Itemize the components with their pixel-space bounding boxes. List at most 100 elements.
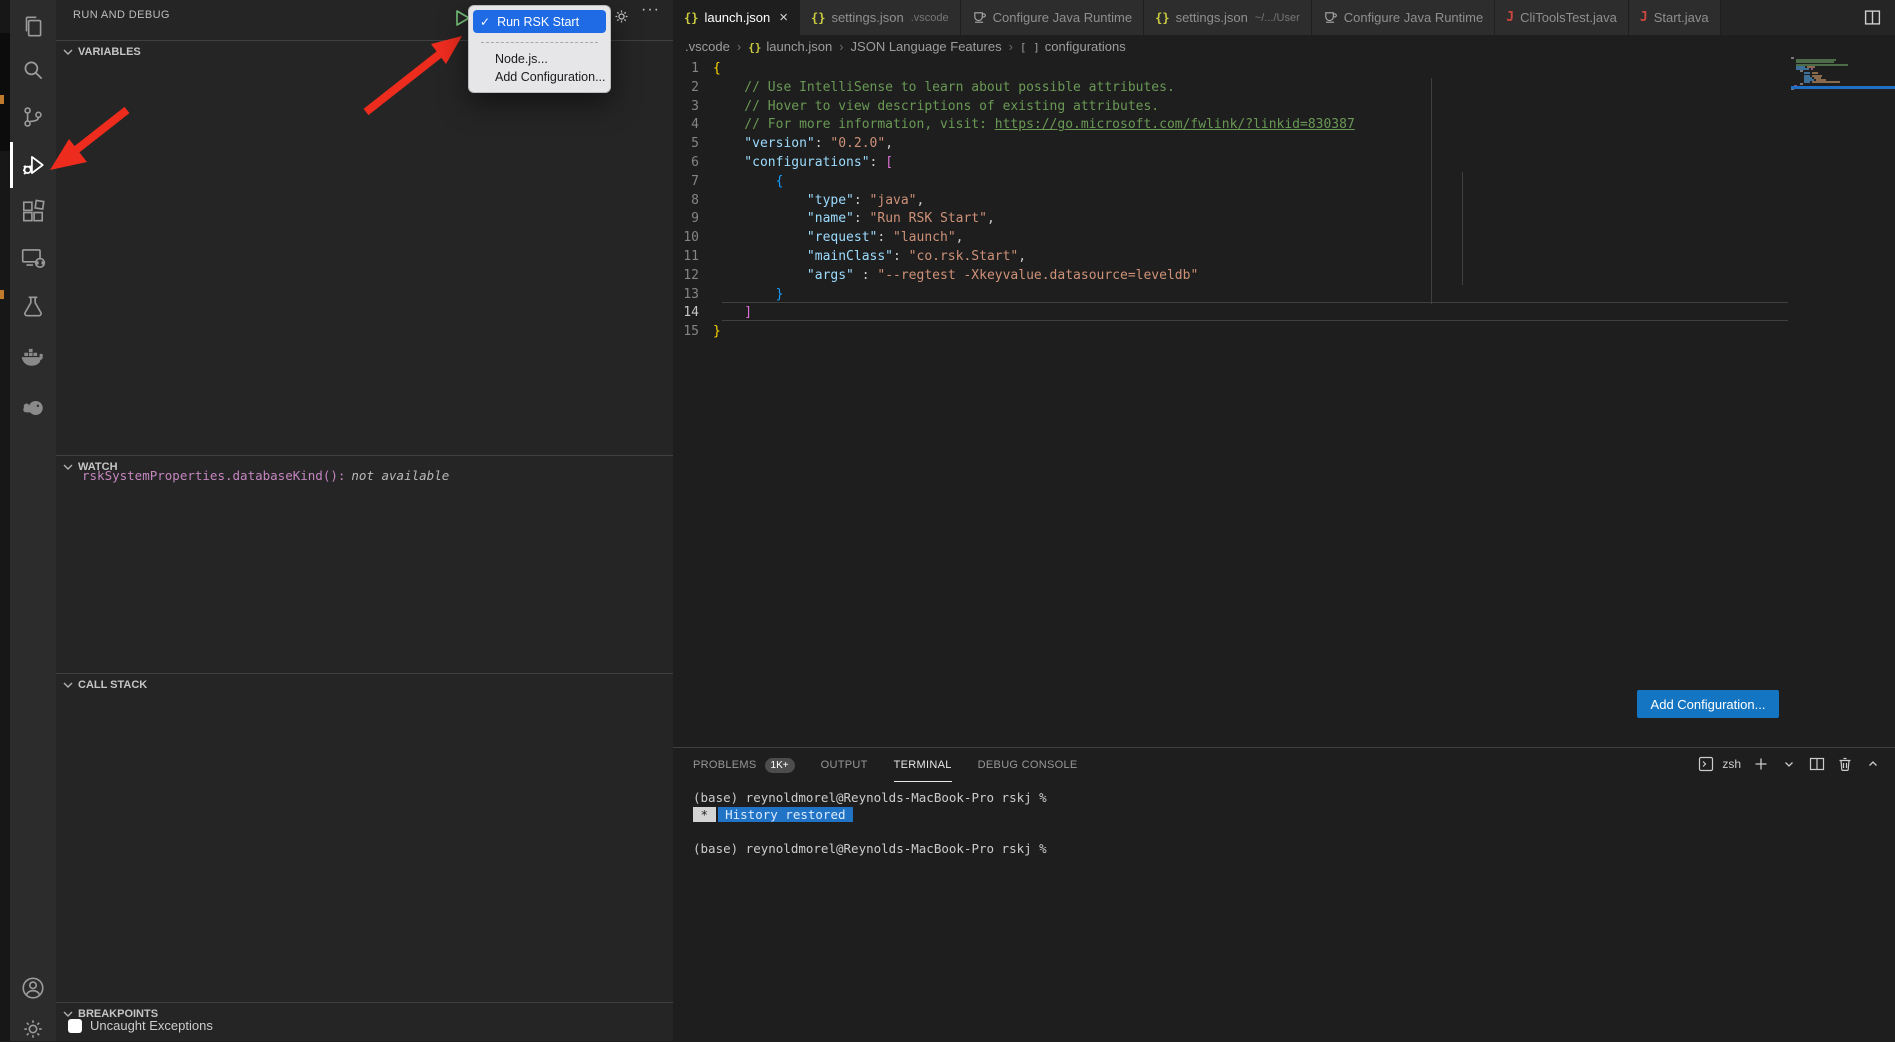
shell-label[interactable]: zsh — [1722, 757, 1741, 771]
source-control-icon[interactable] — [20, 104, 46, 130]
search-icon[interactable] — [20, 57, 46, 83]
tab-settings-json-vscode[interactable]: {}settings.json.vscode — [800, 0, 961, 35]
uncaught-exceptions-row: Uncaught Exceptions — [68, 1018, 213, 1033]
code-line-6[interactable]: 6 "configurations": [ — [673, 153, 893, 172]
panel-tab-bar: PROBLEMS1K+ OUTPUT TERMINAL DEBUG CONSOLE — [693, 748, 1078, 782]
terminal-dropdown-chevron-icon[interactable] — [1781, 756, 1797, 772]
panel-tab-output[interactable]: OUTPUT — [821, 748, 868, 782]
code-line-4[interactable]: 4 // For more information, visit: https:… — [673, 115, 1355, 134]
watch-expression-row[interactable]: rskSystemProperties.databaseKind():not a… — [82, 468, 449, 483]
code-line-2[interactable]: 2 // Use IntelliSense to learn about pos… — [673, 78, 1175, 97]
close-tab-icon[interactable]: × — [779, 9, 788, 26]
breadcrumb-separator: › — [839, 39, 843, 54]
line-number[interactable]: 6 — [673, 153, 713, 172]
code-line-11[interactable]: 11 "mainClass": "co.rsk.Start", — [673, 247, 1026, 266]
checkmark-icon: ✓ — [480, 15, 490, 29]
line-number[interactable]: 11 — [673, 247, 713, 266]
account-icon[interactable] — [20, 975, 46, 1001]
panel-tab-problems[interactable]: PROBLEMS1K+ — [693, 748, 795, 782]
java-runtime-icon — [1323, 10, 1338, 25]
panel-tab-debug-console[interactable]: DEBUG CONSOLE — [978, 748, 1078, 782]
more-actions-icon[interactable]: ··· — [641, 1, 660, 19]
tab-label: launch.json — [704, 10, 770, 25]
testing-icon[interactable] — [20, 294, 46, 320]
terminal-shell-icon[interactable] — [1698, 756, 1714, 772]
tab-description: .vscode — [911, 12, 949, 24]
line-number[interactable]: 3 — [673, 97, 713, 116]
kill-terminal-trash-icon[interactable] — [1837, 756, 1853, 772]
code-line-3[interactable]: 3 // Hover to view descriptions of exist… — [673, 97, 1159, 116]
line-number[interactable]: 13 — [673, 285, 713, 304]
extensions-icon[interactable] — [20, 199, 46, 225]
chevron-down-icon — [60, 677, 76, 693]
tab-settings-json-user[interactable]: {}settings.json~/.../User — [1144, 0, 1312, 35]
line-number[interactable]: 8 — [673, 191, 713, 210]
code-line-7[interactable]: 7 { — [673, 172, 783, 191]
breadcrumb-separator: › — [737, 39, 741, 54]
minimap[interactable] — [1791, 57, 1895, 147]
code-line-12[interactable]: 12 "args" : "--regtest -Xkeyvalue.dataso… — [673, 266, 1198, 285]
sidebar-title: RUN AND DEBUG — [73, 9, 170, 21]
code-line-8[interactable]: 8 "type": "java", — [673, 191, 924, 210]
array-symbol-icon: [ ] — [1020, 41, 1040, 54]
split-terminal-icon[interactable] — [1809, 756, 1825, 772]
explorer-icon[interactable] — [20, 14, 46, 40]
tab-bar: {}launch.json×{}settings.json.vscodeConf… — [673, 0, 1895, 35]
tab-label: settings.json — [1176, 10, 1248, 25]
menu-item-node-js[interactable]: Node.js... — [469, 50, 610, 68]
code-line-9[interactable]: 9 "name": "Run RSK Start", — [673, 209, 995, 228]
line-number[interactable]: 10 — [673, 228, 713, 247]
configuration-dropdown-menu: ✓ Run RSK Start Node.js...Add Configurat… — [468, 5, 611, 93]
line-number[interactable]: 14 — [673, 303, 713, 322]
chevron-down-icon — [60, 459, 76, 475]
breadcrumb-separator: › — [1009, 39, 1013, 54]
split-editor-icon[interactable] — [1864, 9, 1881, 26]
call-stack-section-header[interactable]: CALL STACK — [56, 673, 673, 695]
maximize-panel-chevron-icon[interactable] — [1865, 756, 1881, 772]
code-line-13[interactable]: 13 } — [673, 285, 783, 304]
breadcrumb[interactable]: .vscode › {}launch.json › JSON Language Feat… — [685, 35, 1126, 57]
line-number[interactable]: 9 — [673, 209, 713, 228]
breadcrumb-item-vscode[interactable]: .vscode — [685, 39, 730, 54]
tab-configure-java-runtime[interactable]: Configure Java Runtime — [1312, 0, 1495, 35]
breadcrumb-item-launch-json[interactable]: {}launch.json — [748, 39, 832, 54]
line-number[interactable]: 1 — [673, 59, 713, 78]
tab-start-java[interactable]: JStart.java — [1629, 0, 1721, 35]
terminal-line — [693, 823, 1047, 840]
indent-guide — [1462, 172, 1463, 285]
line-number[interactable]: 5 — [673, 134, 713, 153]
tab-clitoolstest-java[interactable]: JCliToolsTest.java — [1495, 0, 1629, 35]
code-line-1[interactable]: 1{ — [673, 59, 721, 78]
line-number[interactable]: 15 — [673, 322, 713, 341]
run-and-debug-icon[interactable] — [20, 152, 46, 178]
code-line-10[interactable]: 10 "request": "launch", — [673, 228, 963, 247]
settings-gear-icon[interactable] — [20, 1016, 46, 1042]
menu-item-run-rsk-start[interactable]: ✓ Run RSK Start — [473, 10, 606, 33]
menu-item-add-configuration[interactable]: Add Configuration... — [469, 68, 610, 86]
terminal-history-restored-line: * History restored — [693, 806, 1047, 823]
panel-tab-terminal[interactable]: TERMINAL — [894, 748, 952, 782]
debug-settings-gear-icon[interactable] — [613, 8, 630, 25]
line-number[interactable]: 2 — [673, 78, 713, 97]
tab-label: Start.java — [1654, 10, 1709, 25]
minimap-current-line — [1791, 86, 1895, 89]
breadcrumb-item-configurations[interactable]: [ ]configurations — [1020, 39, 1126, 54]
screen-edge-strip — [0, 0, 10, 1041]
history-star-marker: * — [693, 807, 716, 822]
breadcrumb-item-json-language-features[interactable]: JSON Language Features — [851, 39, 1002, 54]
docker-icon[interactable] — [20, 343, 46, 369]
tab-configure-java-runtime[interactable]: Configure Java Runtime — [961, 0, 1144, 35]
line-number[interactable]: 4 — [673, 115, 713, 134]
line-number[interactable]: 7 — [673, 172, 713, 191]
add-configuration-button[interactable]: Add Configuration... — [1637, 690, 1779, 718]
uncaught-exceptions-checkbox[interactable] — [68, 1019, 82, 1033]
code-line-5[interactable]: 5 "version": "0.2.0", — [673, 134, 893, 153]
tab-launch-json[interactable]: {}launch.json× — [673, 0, 800, 35]
code-line-15[interactable]: 15} — [673, 322, 721, 341]
terminal-content[interactable]: (base) reynoldmorel@Reynolds-MacBook-Pro… — [693, 789, 1047, 857]
line-number[interactable]: 12 — [673, 266, 713, 285]
remote-explorer-icon[interactable] — [20, 245, 46, 271]
indent-guide — [1431, 78, 1432, 304]
new-terminal-icon[interactable] — [1753, 756, 1769, 772]
gradle-icon[interactable] — [20, 395, 46, 421]
